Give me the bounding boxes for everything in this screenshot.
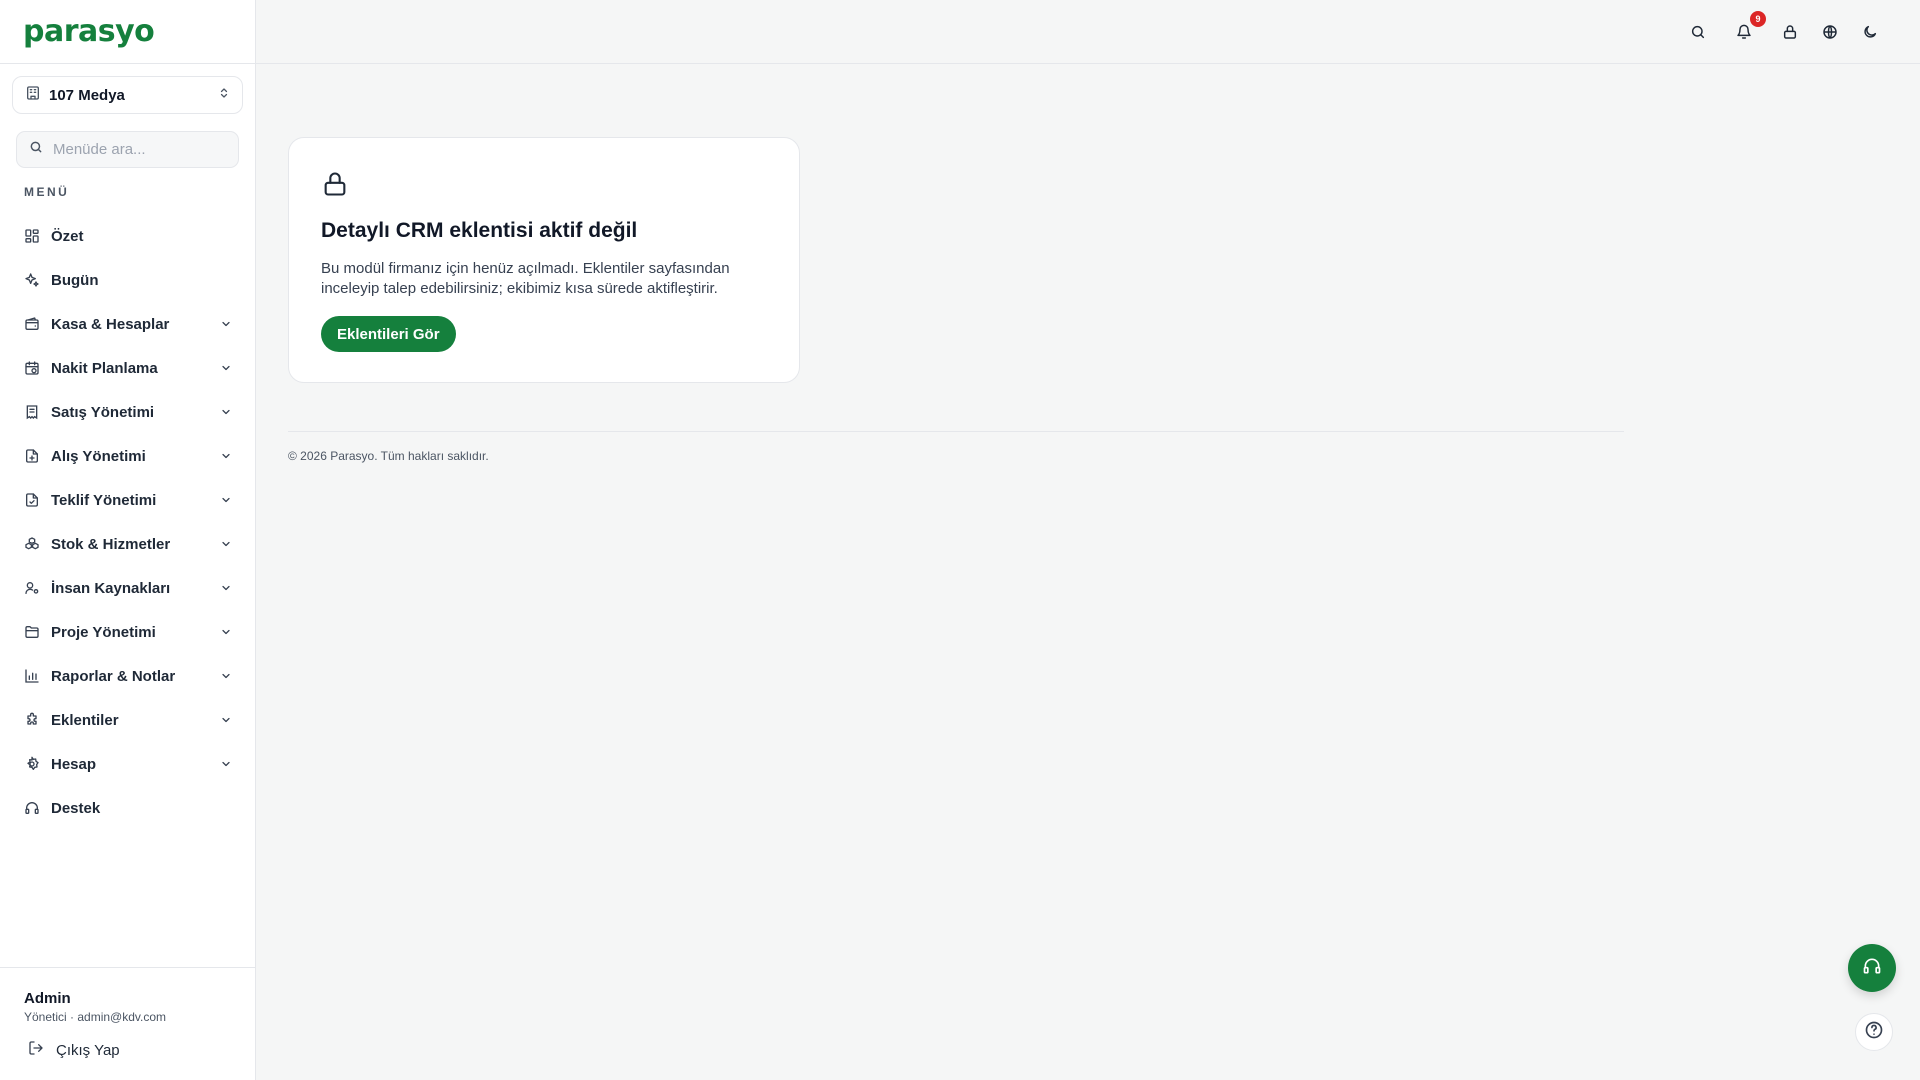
chevron-down-icon[interactable] [219, 669, 233, 683]
user-name: Admin [24, 990, 71, 1007]
footer-copyright: © 2026 Parasyo. Tüm hakları saklıdır. [288, 449, 489, 463]
dashboard-grid-icon [24, 228, 40, 244]
wallet-icon [24, 316, 40, 332]
file-plus-icon [24, 448, 40, 464]
sidebar-item-bugun[interactable]: Bugün [0, 258, 255, 302]
sidebar-item-label: Teklif Yönetimi [51, 491, 157, 509]
bar-chart-icon [24, 668, 40, 684]
sidebar-item-kasa-hesaplar[interactable]: Kasa & Hesaplar [0, 302, 255, 346]
file-check-icon [24, 492, 40, 508]
boxes-icon [24, 536, 40, 552]
company-selector[interactable]: 107 Medya [12, 76, 243, 114]
logout-icon [28, 1040, 44, 1061]
chevron-down-icon[interactable] [219, 537, 233, 551]
help-circle-icon [1864, 1020, 1884, 1045]
help-button[interactable] [1855, 1013, 1893, 1051]
company-name: 107 Medya [49, 86, 125, 104]
calendar-clock-icon [24, 360, 40, 376]
user-profile: Admin Yönetici · admin@kdv.com [0, 967, 255, 1024]
brand-logo[interactable]: parasyo [23, 14, 155, 49]
logout-label: Çıkış Yap [56, 1042, 120, 1059]
receipt-icon [24, 404, 40, 420]
menu-search [16, 131, 239, 168]
sidebar-item-teklif-yonetimi[interactable]: Teklif Yönetimi [0, 478, 255, 522]
sidebar-item-label: İnsan Kaynakları [51, 579, 171, 597]
sidebar-item-label: Raporlar & Notlar [51, 667, 176, 685]
top-bar: 9 [256, 0, 1920, 64]
chevron-down-icon[interactable] [219, 757, 233, 771]
headset-icon [1862, 956, 1882, 981]
sidebar-item-label: Alış Yönetimi [51, 447, 146, 465]
notification-badge: 9 [1750, 11, 1766, 27]
sidebar-item-label: Stok & Hizmetler [51, 535, 171, 553]
sidebar-item-label: Bugün [51, 271, 99, 289]
chevron-down-icon[interactable] [219, 317, 233, 331]
sidebar-item-nakit-planlama[interactable]: Nakit Planlama [0, 346, 255, 390]
chevron-down-icon[interactable] [219, 449, 233, 463]
bell-icon[interactable]: 9 [1732, 11, 1766, 44]
sidebar-item-insan-kaynaklari[interactable]: İnsan Kaynakları [0, 566, 255, 610]
sidebar-item-label: Eklentiler [51, 711, 119, 729]
sidebar-item-satis-yonetimi[interactable]: Satış Yönetimi [0, 390, 255, 434]
chevron-down-icon[interactable] [219, 361, 233, 375]
sidebar-item-hesap[interactable]: Hesap [0, 742, 255, 786]
user-cog-icon [24, 580, 40, 596]
sidebar-item-label: Proje Yönetimi [51, 623, 156, 641]
menu-section-title: MENÜ [24, 185, 70, 199]
folder-icon [24, 624, 40, 640]
sidebar-item-stok-hizmetler[interactable]: Stok & Hizmetler [0, 522, 255, 566]
sidebar-item-label: Özet [51, 227, 84, 245]
logout-button[interactable]: Çıkış Yap [28, 1040, 120, 1061]
menu-search-input[interactable] [53, 141, 223, 158]
sparkles-icon [24, 272, 40, 288]
module-locked-card: Detaylı CRM eklentisi aktif değil Bu mod… [288, 137, 800, 383]
sidebar-item-label: Kasa & Hesaplar [51, 315, 170, 333]
card-title: Detaylı CRM eklentisi aktif değil [321, 219, 638, 242]
building-icon [25, 85, 41, 106]
chevron-down-icon[interactable] [219, 405, 233, 419]
sidebar-item-eklentiler[interactable]: Eklentiler [0, 698, 255, 742]
sidebar-item-label: Destek [51, 799, 101, 817]
chevrons-up-down-icon [218, 86, 230, 104]
chevron-down-icon[interactable] [219, 625, 233, 639]
puzzle-icon [24, 712, 40, 728]
lock-icon [321, 170, 767, 203]
sidebar-item-destek[interactable]: Destek [0, 786, 255, 830]
view-plugins-button[interactable]: Eklentileri Gör [321, 316, 456, 352]
brand-header: parasyo [0, 0, 255, 64]
sidebar-item-label: Satış Yönetimi [51, 403, 155, 421]
chevron-down-icon[interactable] [219, 713, 233, 727]
chevron-down-icon[interactable] [219, 581, 233, 595]
moon-icon[interactable] [1858, 20, 1882, 44]
sidebar-nav: Özet Bugün Kasa & Hesaplar Nakit Planlam… [0, 214, 255, 830]
card-description: Bu modül firmanız için henüz açılmadı. E… [321, 260, 730, 297]
headset-icon [24, 800, 40, 816]
chevron-down-icon[interactable] [219, 493, 233, 507]
search-icon [29, 140, 43, 159]
gear-icon [24, 756, 40, 772]
sidebar-item-ozet[interactable]: Özet [0, 214, 255, 258]
sidebar-item-label: Hesap [51, 755, 97, 773]
user-role-email: Yönetici · admin@kdv.com [24, 1010, 167, 1024]
footer-divider [288, 431, 1624, 432]
support-chat-button[interactable] [1848, 944, 1896, 992]
sidebar-item-raporlar-notlar[interactable]: Raporlar & Notlar [0, 654, 255, 698]
sidebar-item-alis-yonetimi[interactable]: Alış Yönetimi [0, 434, 255, 478]
globe-icon[interactable] [1818, 20, 1842, 44]
sidebar-item-label: Nakit Planlama [51, 359, 158, 377]
sidebar: parasyo 107 Medya MENÜ Özet Bugün Kasa &… [0, 0, 256, 1080]
lock-icon[interactable] [1778, 20, 1802, 44]
search-icon[interactable] [1686, 20, 1710, 44]
sidebar-item-proje-yonetimi[interactable]: Proje Yönetimi [0, 610, 255, 654]
